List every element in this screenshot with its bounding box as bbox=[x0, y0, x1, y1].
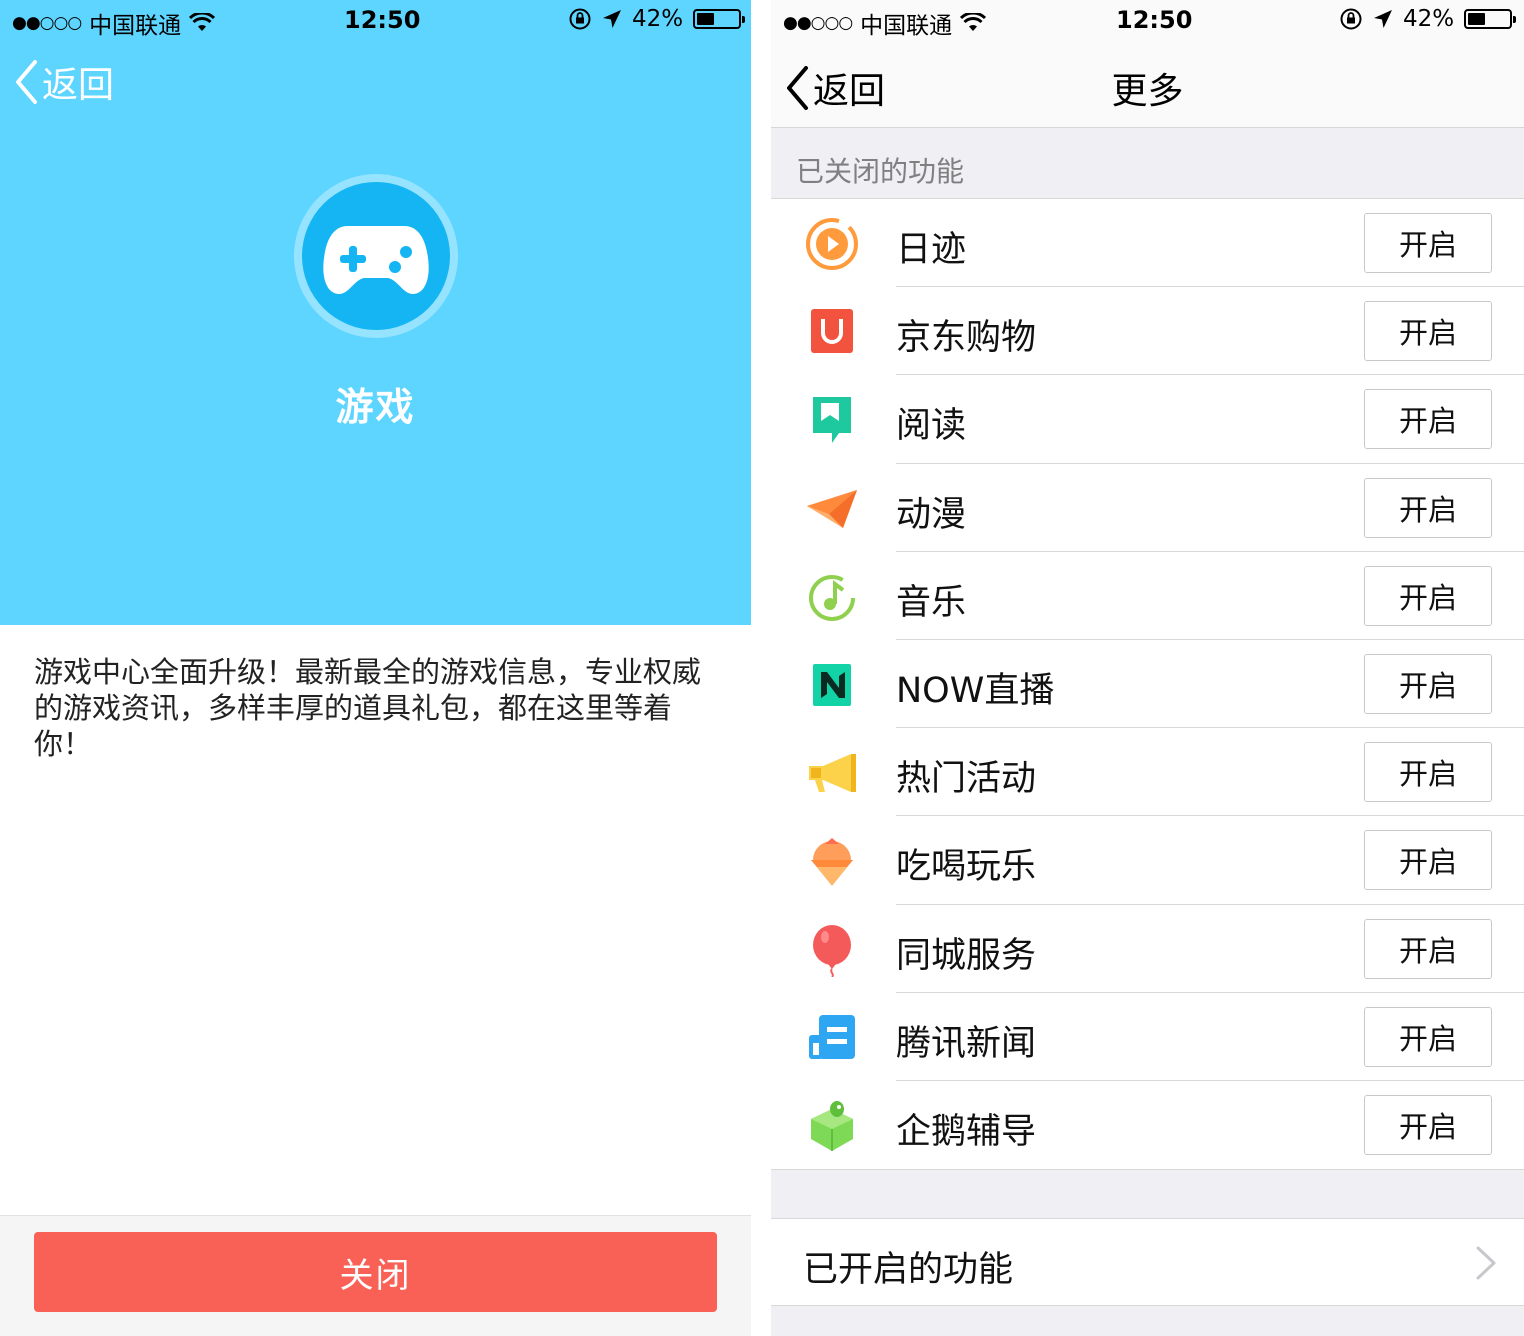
chevron-left-icon bbox=[787, 66, 808, 110]
enabled-features-label: 已开启的功能 bbox=[803, 1250, 1014, 1290]
battery-percent: 42% bbox=[632, 6, 684, 32]
carrier-info: ●●○○○ 中国联通 bbox=[783, 6, 987, 40]
feature-label: 动漫 bbox=[896, 494, 967, 535]
location-arrow-icon bbox=[603, 10, 621, 28]
penguin-tutor-icon bbox=[805, 1099, 859, 1153]
carrier-name: 中国联通 bbox=[89, 13, 182, 39]
battery-icon bbox=[693, 9, 746, 29]
ice-cream-icon bbox=[805, 834, 859, 888]
status-right: 42% bbox=[568, 6, 746, 32]
feature-row: 同城服务 开启 bbox=[771, 905, 1524, 993]
rotation-lock-icon bbox=[1340, 8, 1362, 30]
status-right: 42% bbox=[1339, 6, 1517, 32]
paper-plane-icon bbox=[805, 482, 859, 536]
feature-title: 游戏 bbox=[335, 385, 416, 429]
feature-label: 企鹅辅导 bbox=[896, 1111, 1037, 1152]
feature-row: 音乐 开启 bbox=[771, 552, 1524, 640]
closed-section-header: 已关闭的功能 bbox=[796, 155, 965, 188]
carrier-info: ●●○○○ 中国联通 bbox=[12, 6, 216, 40]
feature-icon-ring bbox=[294, 174, 458, 338]
closed-feature-list: 日迹 开启 京东购物 开启 阅读 开启 动漫 开启 音乐 开启 NOW直播 开启 热门活动 开启 吃喝玩乐开… bbox=[771, 198, 1524, 1171]
signal-strength: ●●○○○ bbox=[12, 13, 82, 33]
feature-label: NOW直播 bbox=[896, 670, 1055, 711]
feature-row: 京东购物 开启 bbox=[771, 287, 1524, 376]
enable-button[interactable]: 开启 bbox=[1364, 213, 1492, 273]
chevron-left-icon bbox=[16, 60, 37, 104]
enable-button[interactable]: 开启 bbox=[1364, 830, 1492, 891]
battery-level bbox=[1468, 13, 1486, 25]
battery-percent: 42% bbox=[1403, 6, 1455, 32]
back-button[interactable]: 返回 bbox=[14, 56, 114, 108]
game-detail-screen: ●●○○○ 中国联通 12:50 42% 返回 游戏 游戏中心全面升级！最新最全… bbox=[0, 0, 751, 1336]
feature-label: 同城服务 bbox=[896, 935, 1037, 976]
feature-label: 热门活动 bbox=[896, 759, 1037, 800]
enable-button[interactable]: 开启 bbox=[1364, 301, 1492, 362]
feature-label: 京东购物 bbox=[896, 318, 1037, 359]
clock: 12:50 bbox=[1116, 6, 1193, 34]
clock: 12:50 bbox=[344, 6, 421, 34]
feature-row: 日迹 开启 bbox=[771, 199, 1524, 288]
enable-button[interactable]: 开启 bbox=[1364, 389, 1492, 450]
megaphone-icon bbox=[805, 746, 859, 800]
rotation-lock-icon bbox=[569, 8, 591, 30]
screen-divider bbox=[751, 0, 771, 1336]
feature-row: 动漫 开启 bbox=[771, 464, 1524, 552]
music-note-icon bbox=[805, 570, 859, 624]
signal-strength: ●●○○○ bbox=[783, 13, 853, 33]
back-button[interactable]: 返回 bbox=[785, 62, 885, 114]
enable-button[interactable]: 开启 bbox=[1364, 1094, 1492, 1155]
enable-button[interactable]: 开启 bbox=[1364, 1006, 1492, 1067]
status-bar: ●●○○○ 中国联通 12:50 42% bbox=[0, 0, 751, 40]
location-arrow-icon bbox=[1374, 10, 1392, 28]
feature-row: 阅读 开启 bbox=[771, 375, 1524, 464]
feature-row: 企鹅辅导 开启 bbox=[771, 1081, 1524, 1169]
feature-label: 阅读 bbox=[896, 406, 967, 447]
enable-button[interactable]: 开启 bbox=[1364, 477, 1492, 538]
carrier-name: 中国联通 bbox=[860, 13, 953, 39]
reading-icon bbox=[805, 393, 859, 447]
back-label: 返回 bbox=[813, 71, 886, 112]
back-label: 返回 bbox=[42, 65, 115, 106]
feature-row: 热门活动 开启 bbox=[771, 728, 1524, 817]
now-live-icon bbox=[805, 658, 859, 712]
battery-level bbox=[697, 13, 715, 25]
chevron-right-icon bbox=[1476, 1246, 1496, 1280]
nav-header: ●●○○○ 中国联通 12:50 42% 更多 返回 bbox=[771, 0, 1524, 128]
feature-label: 吃喝玩乐 bbox=[896, 847, 1037, 888]
enabled-features-row[interactable]: 已开启的功能 bbox=[771, 1218, 1524, 1306]
enable-button[interactable]: 开启 bbox=[1364, 918, 1492, 979]
jd-shopping-icon bbox=[805, 305, 859, 359]
more-screen: ●●○○○ 中国联通 12:50 42% 更多 返回 已关闭的功能 日迹 开启 京东… bbox=[771, 0, 1524, 1336]
news-icon bbox=[805, 1011, 859, 1065]
feature-description: 游戏中心全面升级！最新最全的游戏信息，专业权威的游戏资讯，多样丰厚的道具礼包，都… bbox=[34, 655, 702, 761]
close-button[interactable]: 关闭 bbox=[34, 1232, 717, 1312]
enable-button[interactable]: 开启 bbox=[1364, 565, 1492, 626]
feature-row: 吃喝玩乐 开启 bbox=[771, 816, 1524, 905]
enable-button[interactable]: 开启 bbox=[1364, 742, 1492, 803]
feature-label: 音乐 bbox=[896, 582, 967, 623]
battery-icon bbox=[1464, 9, 1517, 29]
wifi-icon bbox=[960, 13, 987, 31]
feature-row: NOW直播 开启 bbox=[771, 640, 1524, 729]
record-icon bbox=[805, 217, 859, 271]
status-bar: ●●○○○ 中国联通 12:50 42% bbox=[771, 0, 1524, 40]
enable-button[interactable]: 开启 bbox=[1364, 653, 1492, 714]
feature-label: 日迹 bbox=[896, 230, 967, 270]
feature-label: 腾讯新闻 bbox=[896, 1023, 1037, 1064]
feature-row: 腾讯新闻 开启 bbox=[771, 993, 1524, 1081]
wifi-icon bbox=[189, 13, 216, 31]
gamepad-icon bbox=[302, 182, 450, 330]
balloon-icon bbox=[805, 923, 859, 978]
